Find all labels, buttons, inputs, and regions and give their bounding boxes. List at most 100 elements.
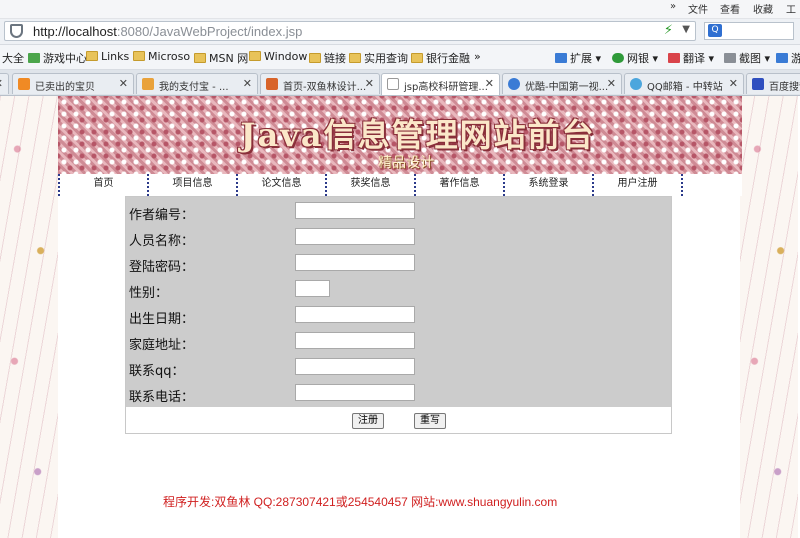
folder-icon: [309, 53, 321, 63]
url-path: :8080/JavaWebProject/index.jsp: [116, 24, 303, 39]
address-input[interactable]: [295, 332, 415, 349]
form-row-birthdate: 出生日期：: [126, 303, 671, 329]
password-input[interactable]: [295, 254, 415, 271]
tab-label: 已卖出的宝贝: [35, 82, 95, 93]
folder-icon: [133, 51, 145, 61]
fav-item[interactable]: Links: [86, 50, 129, 63]
field-label: 出生日期：: [129, 312, 195, 327]
youku-icon: [508, 78, 520, 90]
floral-side-decoration-right: [740, 96, 798, 538]
url-field[interactable]: http://localhost:8080/JavaWebProject/ind…: [4, 21, 696, 41]
folder-icon: [249, 51, 261, 61]
field-label: 联系qq：: [129, 364, 185, 379]
screenshot-icon: [724, 53, 736, 63]
close-icon[interactable]: ✕: [485, 77, 494, 90]
close-icon[interactable]: ✕: [607, 77, 616, 90]
nav-login[interactable]: 系统登录: [503, 174, 592, 196]
banner-title: Java信息管理网站前台: [240, 116, 596, 154]
page-icon: [387, 78, 399, 90]
nav-register[interactable]: 用户注册: [592, 174, 681, 196]
folder-icon: [349, 53, 361, 63]
nav-books[interactable]: 著作信息: [414, 174, 503, 196]
fav-more[interactable]: »: [474, 50, 481, 63]
extensions-icon: [555, 53, 567, 63]
screenshot-button[interactable]: 截图 ▾: [724, 50, 770, 66]
games-button[interactable]: 游: [776, 50, 800, 66]
tab-label: 首页-双鱼林设计...: [283, 82, 367, 93]
birthdate-input[interactable]: [295, 306, 415, 323]
tab-label: jsp高校科研管理...: [404, 82, 488, 93]
tab[interactable]: 百度搜索: [746, 73, 800, 94]
tab-active[interactable]: jsp高校科研管理... ✕: [381, 73, 500, 95]
tab[interactable]: 首页-双鱼林设计... ✕: [260, 73, 380, 94]
fav-item[interactable]: Window: [249, 50, 307, 63]
fast-mode-bolt-icon[interactable]: ⚡: [664, 23, 673, 38]
search-icon[interactable]: Q: [708, 24, 722, 37]
tab-label: 百度搜索: [769, 82, 800, 93]
tab[interactable]: 已卖出的宝贝 ✕: [12, 73, 134, 94]
fav-item[interactable]: 实用查询: [349, 50, 408, 66]
favorites-bar: 大全 游戏中心 Links Microso MSN 网 Window 链接 实用…: [0, 45, 800, 70]
field-label: 家庭地址：: [129, 338, 195, 353]
close-icon[interactable]: ✕: [0, 77, 3, 90]
extensions-button[interactable]: 扩展 ▾: [555, 50, 601, 66]
fav-item[interactable]: 银行金融: [411, 50, 470, 66]
form-row-phone: 联系电话：: [126, 381, 671, 407]
search-box[interactable]: Q: [704, 22, 794, 40]
form-row-gender: 性别：: [126, 277, 671, 303]
fav-item[interactable]: 链接: [309, 50, 346, 66]
folder-icon: [86, 51, 98, 61]
baidu-icon: [752, 78, 764, 90]
browser-menubar: » 文件 查看 收藏 工具: [0, 0, 800, 31]
tab-label: 优酷-中国第一视...: [525, 82, 609, 93]
tab-label: QQ邮箱 - 中转站: [647, 82, 723, 93]
field-label: 登陆密码：: [129, 260, 195, 275]
fav-item[interactable]: Microso: [133, 50, 190, 63]
tab-bar: ✕ 已卖出的宝贝 ✕ 我的支付宝 - ... ✕ 首页-双鱼林设计... ✕ j…: [0, 70, 800, 96]
alipay-icon: [142, 78, 154, 90]
menu-view[interactable]: 查看: [720, 1, 740, 16]
author-id-input[interactable]: [295, 202, 415, 219]
form-row-name: 人员名称：: [126, 225, 671, 251]
nav-awards[interactable]: 获奖信息: [325, 174, 414, 196]
form-row-password: 登陆密码：: [126, 251, 671, 277]
qq-input[interactable]: [295, 358, 415, 375]
site-banner: Java信息管理网站前台 精品设计: [58, 96, 742, 174]
banner-subtitle: 精品设计: [378, 155, 434, 171]
gender-input[interactable]: [295, 280, 330, 297]
name-input[interactable]: [295, 228, 415, 245]
qqmail-icon: [630, 78, 642, 90]
ebank-button[interactable]: 网银 ▾: [612, 50, 658, 66]
close-icon[interactable]: ✕: [243, 77, 252, 90]
nav-projects[interactable]: 项目信息: [147, 174, 236, 196]
tab[interactable]: 我的支付宝 - ... ✕: [136, 73, 258, 94]
translate-icon: [668, 53, 680, 63]
nav-papers[interactable]: 论文信息: [236, 174, 325, 196]
tab-overflow[interactable]: ✕: [0, 73, 9, 94]
fav-item[interactable]: MSN 网: [194, 50, 248, 66]
menu-file[interactable]: 文件: [688, 1, 708, 16]
fav-item[interactable]: 游戏中心: [28, 50, 87, 66]
tab[interactable]: QQ邮箱 - 中转站 ✕: [624, 73, 744, 94]
folder-icon: [411, 53, 423, 63]
close-icon[interactable]: ✕: [119, 77, 128, 90]
field-label: 人员名称：: [129, 234, 195, 249]
ebank-icon: [612, 53, 624, 63]
menu-favorites[interactable]: 收藏: [753, 1, 773, 16]
field-label: 作者编号：: [129, 208, 195, 223]
close-icon[interactable]: ✕: [365, 77, 374, 90]
form-row-address: 家庭地址：: [126, 329, 671, 355]
translate-button[interactable]: 翻译 ▾: [668, 50, 714, 66]
menu-more[interactable]: »: [670, 1, 676, 12]
url-dropdown-icon[interactable]: ▼: [682, 24, 690, 35]
fav-item[interactable]: 大全: [2, 50, 24, 66]
tab[interactable]: 优酷-中国第一视... ✕: [502, 73, 622, 94]
reset-button[interactable]: 重写: [414, 413, 446, 429]
taobao-icon: [18, 78, 30, 90]
register-button[interactable]: 注册: [352, 413, 384, 429]
nav-home[interactable]: 首页: [58, 174, 147, 196]
nav-divider-end: [681, 174, 742, 196]
form-fields-panel: 作者编号： 人员名称： 登陆密码： 性别： 出生日期： 家庭地址： 联系qq： …: [126, 197, 671, 407]
close-icon[interactable]: ✕: [729, 77, 738, 90]
phone-input[interactable]: [295, 384, 415, 401]
